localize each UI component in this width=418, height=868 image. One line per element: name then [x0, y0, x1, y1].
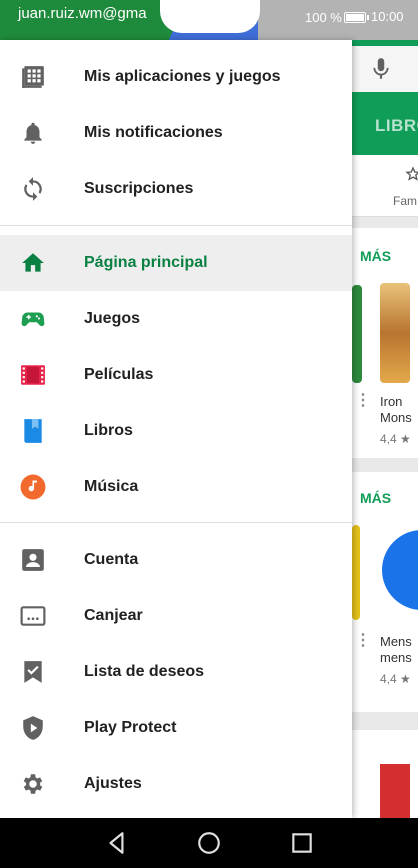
menu-item-movies[interactable]: Películas — [0, 347, 352, 403]
tab-libros[interactable]: LIBRO — [375, 116, 418, 136]
app-thumbnail[interactable] — [380, 283, 410, 383]
app-name: mens — [380, 650, 412, 665]
menu-item-settings[interactable]: Ajustes — [0, 756, 352, 812]
bell-icon — [24, 122, 42, 144]
menu-item-books[interactable]: Libros — [0, 403, 352, 459]
menu-label: Play Protect — [84, 719, 177, 736]
screen: LIBRO Fam MÁS ⋮ Iron Mons 4,4 ★ MÁS ⋮ Me… — [0, 0, 418, 818]
menu-label: Canjear — [84, 607, 143, 624]
menu-label: Música — [84, 478, 139, 495]
app-rating: 4,4 ★ — [380, 432, 411, 446]
battery-percent: 100 % — [305, 10, 342, 25]
recents-icon[interactable] — [289, 830, 315, 856]
menu-item-my-apps[interactable]: Mis aplicaciones y juegos — [0, 49, 352, 105]
menu-label: Página principal — [84, 254, 208, 271]
battery-icon — [344, 12, 369, 23]
menu-item-games[interactable]: Juegos — [0, 291, 352, 347]
account-icon — [22, 549, 44, 571]
status-bar: juan.ruiz.wm@gma 100 % 10:00 — [0, 0, 418, 38]
clock: 10:00 — [371, 9, 404, 24]
app-name: Mens — [380, 634, 412, 649]
menu-item-redeem[interactable]: Canjear — [0, 588, 352, 644]
gamepad-icon — [21, 312, 45, 327]
menu-item-music[interactable]: Música — [0, 459, 352, 515]
app-thumbnail[interactable] — [352, 525, 360, 620]
menu-label: Mis aplicaciones y juegos — [84, 68, 281, 85]
film-icon — [21, 365, 45, 385]
apps-grid-icon — [22, 66, 44, 88]
menu-label: Películas — [84, 366, 154, 383]
refresh-icon — [24, 177, 42, 201]
redeem-icon — [20, 606, 46, 626]
divider — [0, 225, 352, 226]
app-thumbnail[interactable] — [380, 764, 410, 818]
menu-item-account[interactable]: Cuenta — [0, 532, 352, 588]
menu-label: Suscripciones — [84, 180, 194, 197]
menu-item-home[interactable]: Página principal — [0, 235, 352, 291]
music-icon — [20, 474, 46, 500]
back-icon[interactable] — [104, 830, 130, 856]
chip-label[interactable]: Fam — [393, 194, 417, 208]
more-link[interactable]: MÁS — [360, 490, 391, 506]
navigation-bar — [0, 818, 418, 868]
shield-play-icon — [23, 716, 43, 740]
app-rating: 4,4 ★ — [380, 672, 411, 686]
microphone-icon[interactable] — [368, 56, 394, 82]
menu-label: Juegos — [84, 310, 141, 327]
home-circle-icon[interactable] — [196, 830, 222, 856]
app-name: Mons — [380, 410, 412, 425]
menu-item-play-protect[interactable]: Play Protect — [0, 700, 352, 756]
menu-label: Cuenta — [84, 551, 139, 568]
menu-label: Lista de deseos — [84, 663, 205, 680]
book-icon — [24, 419, 42, 443]
star-outline-icon — [405, 166, 418, 181]
menu-item-wishlist[interactable]: Lista de deseos — [0, 644, 352, 700]
menu-label: Ajustes — [84, 775, 142, 792]
menu-label: Libros — [84, 422, 133, 439]
menu-item-subscriptions[interactable]: Suscripciones — [0, 161, 352, 217]
home-icon — [22, 253, 44, 272]
menu-label: Mis notificaciones — [84, 124, 223, 141]
navigation-drawer: Mis aplicaciones y juegos Mis notificaci… — [0, 40, 352, 818]
app-name: Iron — [380, 394, 403, 409]
divider — [0, 522, 352, 523]
more-link[interactable]: MÁS — [360, 248, 391, 264]
more-options-icon[interactable]: ⋮ — [355, 390, 371, 410]
camera-notch — [160, 0, 260, 33]
more-options-icon[interactable]: ⋮ — [355, 630, 371, 650]
gear-icon — [23, 774, 43, 794]
account-email[interactable]: juan.ruiz.wm@gma — [18, 5, 147, 22]
app-thumbnail[interactable] — [352, 285, 362, 383]
wishlist-icon — [24, 661, 42, 683]
menu-item-notifications[interactable]: Mis notificaciones — [0, 105, 352, 161]
